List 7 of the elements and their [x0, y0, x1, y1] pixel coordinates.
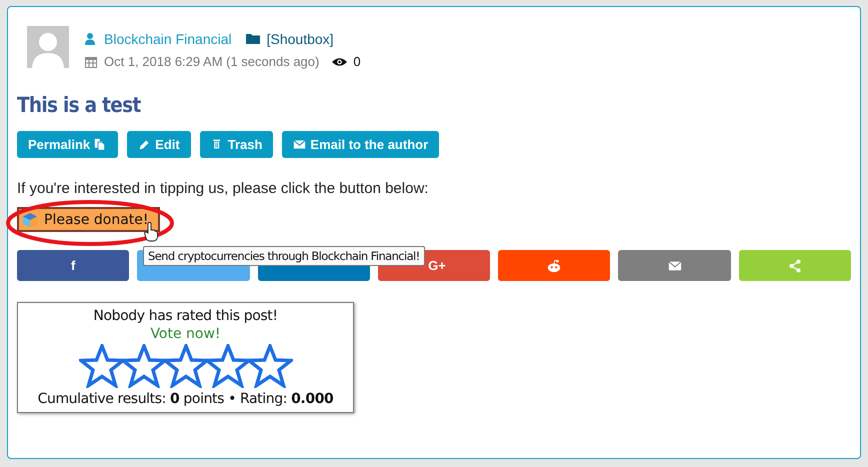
view-count: 0 — [353, 54, 361, 69]
rating-heading: Nobody has rated this post! — [93, 308, 278, 324]
rating-results: Cumulative results: 0 points • Rating: 0.000 — [38, 391, 334, 407]
tip-text: If you're interested in tipping us, please click the button below: — [17, 180, 430, 198]
post-title: This is a test — [17, 93, 142, 119]
post-date: Oct 1, 2018 6:29 AM (1 seconds ago) — [104, 54, 320, 69]
tooltip: Send cryptocurrencies through Blockchain Financial! — [143, 246, 425, 266]
